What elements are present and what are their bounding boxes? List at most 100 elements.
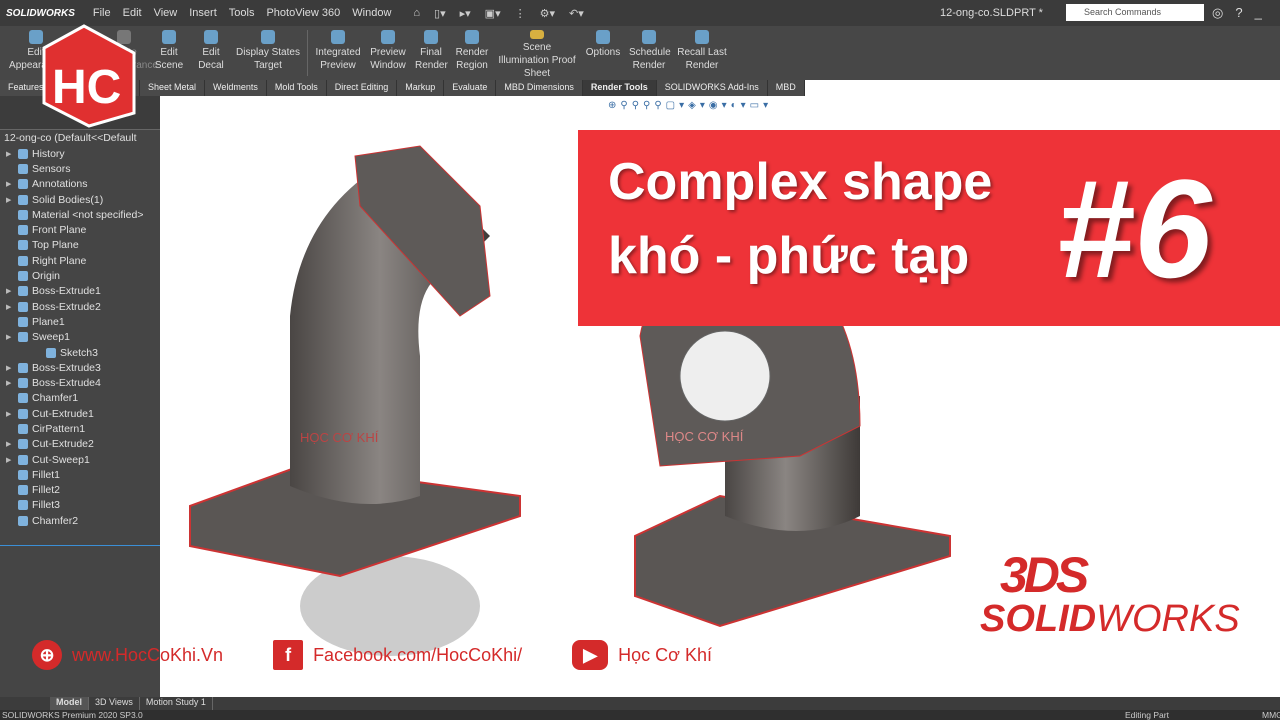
- feature-icon: [18, 362, 28, 373]
- expand-arrow-icon[interactable]: ▶: [6, 333, 18, 341]
- tab-3d-views[interactable]: 3D Views: [89, 697, 140, 710]
- tree-item[interactable]: ▶ History: [0, 146, 160, 161]
- tree-item[interactable]: Origin: [0, 268, 160, 283]
- home-icon[interactable]: ⌂: [413, 7, 420, 20]
- tab-addins[interactable]: SOLIDWORKS Add-Ins: [656, 80, 768, 96]
- tab-markup[interactable]: Markup: [397, 80, 445, 96]
- globe-icon: ⊕: [32, 640, 62, 670]
- tree-item[interactable]: Sensors: [0, 161, 160, 176]
- preview-window-button[interactable]: Preview Window: [365, 26, 411, 80]
- tree-item-label: Top Plane: [32, 239, 79, 252]
- expand-arrow-icon[interactable]: ▶: [6, 456, 18, 464]
- expand-arrow-icon[interactable]: ▶: [6, 379, 18, 387]
- tree-item[interactable]: Fillet3: [0, 498, 160, 513]
- menu-view[interactable]: View: [154, 7, 178, 19]
- expand-arrow-icon[interactable]: ▶: [6, 287, 18, 295]
- rollback-bar[interactable]: [0, 545, 160, 546]
- tree-item[interactable]: ▶ Boss-Extrude3: [0, 360, 160, 375]
- expand-arrow-icon[interactable]: ▶: [6, 410, 18, 418]
- tree-item-label: Front Plane: [32, 224, 87, 237]
- rebuild-icon[interactable]: ⋮: [515, 7, 526, 20]
- tree-item[interactable]: Fillet2: [0, 483, 160, 498]
- tab-evaluate[interactable]: Evaluate: [444, 80, 497, 96]
- tab-sheet-metal[interactable]: Sheet Metal: [140, 80, 206, 96]
- expand-arrow-icon[interactable]: ▶: [6, 150, 18, 158]
- help-icon[interactable]: ?: [1235, 5, 1242, 21]
- options-button[interactable]: Options: [581, 26, 625, 80]
- tree-item[interactable]: Chamfer2: [0, 513, 160, 528]
- integrated-preview-button[interactable]: Integrated Preview: [311, 26, 365, 80]
- tab-mold-tools[interactable]: Mold Tools: [266, 80, 327, 96]
- tree-item[interactable]: CirPattern1: [0, 421, 160, 436]
- menu-photoview[interactable]: PhotoView 360: [266, 7, 340, 19]
- save-icon[interactable]: ▣▾: [485, 7, 501, 20]
- tab-weldments[interactable]: Weldments: [205, 80, 267, 96]
- schedule-icon: [642, 30, 656, 44]
- banner-line-2: khó - phức tạp: [608, 227, 970, 285]
- minimize-icon[interactable]: _: [1255, 5, 1262, 21]
- tree-item-label: Chamfer1: [32, 392, 79, 405]
- tree-item-label: Fillet2: [32, 484, 61, 497]
- new-icon[interactable]: ▯▾: [434, 7, 446, 20]
- youtube-link[interactable]: ▶ Học Cơ Khí: [572, 640, 712, 670]
- tab-render-tools[interactable]: Render Tools: [582, 80, 657, 96]
- menu-insert[interactable]: Insert: [189, 7, 217, 19]
- proof-sheet-button[interactable]: Scene Illumination Proof Sheet: [493, 26, 581, 80]
- tab-model[interactable]: Model: [50, 697, 89, 710]
- tree-item[interactable]: ▶ Boss-Extrude1: [0, 284, 160, 299]
- user-icon[interactable]: ◎: [1212, 5, 1223, 21]
- tree-item[interactable]: Sketch3: [0, 345, 160, 360]
- graphics-area[interactable]: ⊕⚲⚲⚲⚲▢▾◈▾◉▾◐▾▭▾ HỌC CƠ KHÍ HỌC CƠ KHÍ Co…: [32, 96, 1280, 697]
- tree-item[interactable]: ▶ Boss-Extrude4: [0, 375, 160, 390]
- schedule-render-button[interactable]: Schedule Render: [625, 26, 673, 80]
- edit-decal-button[interactable]: Edit Decal: [190, 26, 232, 80]
- open-icon[interactable]: ▸▾: [460, 7, 471, 20]
- tree-item[interactable]: Front Plane: [0, 222, 160, 237]
- search-input[interactable]: Search Commands: [1066, 4, 1204, 21]
- tree-item[interactable]: Top Plane: [0, 238, 160, 253]
- social-footer: ⊕ www.HocCoKhi.Vn f Facebook.com/HocCoKhi/…: [32, 640, 712, 670]
- facebook-link[interactable]: f Facebook.com/HocCoKhi/: [273, 640, 522, 670]
- tree-item[interactable]: ▶ Solid Bodies(1): [0, 192, 160, 207]
- quick-access: ⌂ ▯▾ ▸▾ ▣▾ ⋮ ⚙▾ ↶▾: [413, 7, 583, 20]
- tree-item[interactable]: ▶ Annotations: [0, 177, 160, 192]
- expand-arrow-icon[interactable]: ▶: [6, 440, 18, 448]
- tree-item[interactable]: Chamfer1: [0, 391, 160, 406]
- website-link[interactable]: ⊕ www.HocCoKhi.Vn: [32, 640, 223, 670]
- expand-arrow-icon[interactable]: ▶: [6, 364, 18, 372]
- tab-mbd[interactable]: MBD: [767, 80, 805, 96]
- tree-item[interactable]: ▶ Sweep1: [0, 330, 160, 345]
- expand-arrow-icon[interactable]: ▶: [6, 196, 18, 204]
- tree-item[interactable]: Fillet1: [0, 467, 160, 482]
- ribbon: Edit Appearance Paste Appearance Edit Sc…: [0, 26, 1280, 80]
- feature-icon: [18, 316, 28, 327]
- tree-item[interactable]: Right Plane: [0, 253, 160, 268]
- tree-item[interactable]: ▶ Cut-Extrude1: [0, 406, 160, 421]
- menu-tools[interactable]: Tools: [229, 7, 255, 19]
- feature-icon: [46, 347, 56, 358]
- menu-window[interactable]: Window: [352, 7, 391, 19]
- title-banner: Complex shape khó - phức tạp #6: [578, 130, 1280, 326]
- expand-arrow-icon[interactable]: ▶: [6, 180, 18, 188]
- tree-item[interactable]: Plane1: [0, 314, 160, 329]
- tree-root[interactable]: 12-ong-co (Default<<Default: [0, 130, 160, 146]
- display-states-target-button[interactable]: Display States Target: [232, 26, 304, 80]
- recall-last-render-button[interactable]: Recall Last Render: [673, 26, 731, 80]
- gear-icon[interactable]: ⚙▾: [540, 7, 555, 20]
- tab-mbd-dimensions[interactable]: MBD Dimensions: [496, 80, 583, 96]
- edit-scene-button[interactable]: Edit Scene: [148, 26, 190, 80]
- undo-icon[interactable]: ↶▾: [569, 7, 584, 20]
- final-render-button[interactable]: Final Render: [411, 26, 451, 80]
- tree-item[interactable]: ▶ Boss-Extrude2: [0, 299, 160, 314]
- tree-item-label: Sweep1: [32, 331, 70, 344]
- scene-icon: [162, 30, 176, 44]
- tree-item-label: Material <not specified>: [32, 208, 144, 221]
- tab-direct-editing[interactable]: Direct Editing: [326, 80, 398, 96]
- tree-item[interactable]: Material <not specified>: [0, 207, 160, 222]
- tree-item[interactable]: ▶ Cut-Sweep1: [0, 452, 160, 467]
- tree-item[interactable]: ▶ Cut-Extrude2: [0, 437, 160, 452]
- status-units[interactable]: MMG: [1262, 710, 1280, 720]
- expand-arrow-icon[interactable]: ▶: [6, 303, 18, 311]
- tab-motion-study[interactable]: Motion Study 1: [140, 697, 213, 710]
- render-region-button[interactable]: Render Region: [451, 26, 493, 80]
